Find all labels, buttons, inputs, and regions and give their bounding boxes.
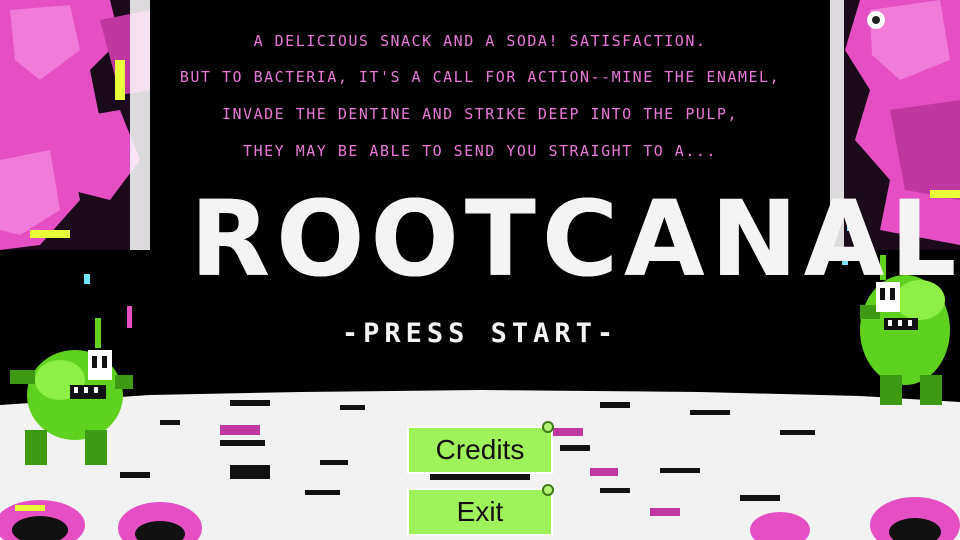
game-title: ROOTCANAL bbox=[190, 178, 960, 300]
intro-line-3: INVADE THE DENTINE AND STRIKE DEEP INTO … bbox=[221, 105, 738, 123]
credits-button[interactable]: Credits bbox=[407, 426, 553, 474]
exit-bubble-icon bbox=[542, 484, 554, 496]
press-start-prompt[interactable]: -PRESS START- bbox=[280, 318, 680, 349]
intro-line-2: BUT TO BACTERIA, IT'S A CALL FOR ACTION-… bbox=[179, 68, 781, 86]
credits-bubble-icon bbox=[542, 421, 554, 433]
intro-line-1: A DELICIOUS SNACK AND A SODA! SATISFACTI… bbox=[253, 32, 707, 50]
left-tissue-column bbox=[0, 0, 150, 250]
exit-button[interactable]: Exit bbox=[407, 488, 553, 536]
intro-line-4: THEY MAY BE ABLE TO SEND YOU STRAIGHT TO… bbox=[243, 142, 717, 160]
